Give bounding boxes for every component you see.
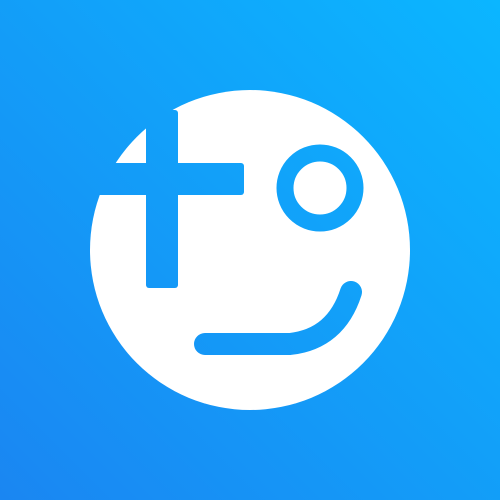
smiley-face-shape bbox=[0, 0, 500, 500]
smiley-logo-icon bbox=[0, 0, 500, 500]
app-icon bbox=[0, 0, 500, 500]
